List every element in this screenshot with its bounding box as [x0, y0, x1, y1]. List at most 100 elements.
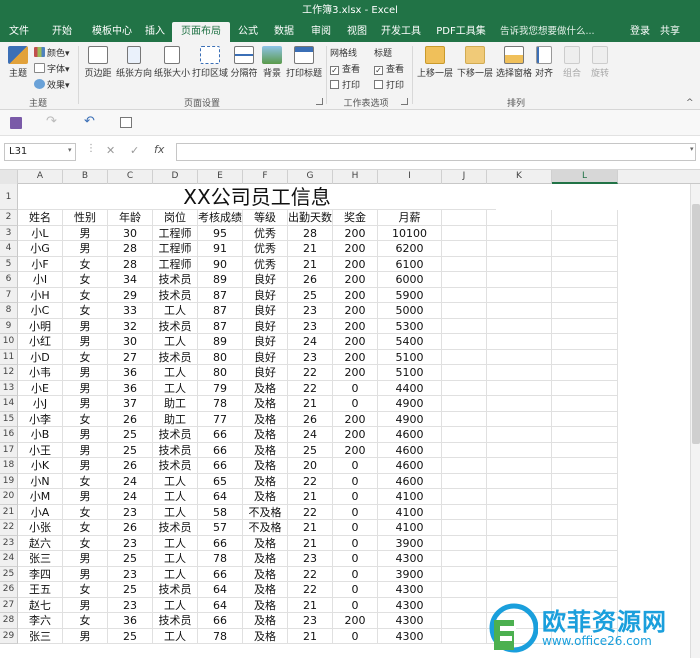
cell[interactable]: 95: [198, 225, 243, 241]
login-button[interactable]: 登录: [630, 22, 650, 42]
cell[interactable]: 良好: [243, 272, 288, 288]
tab-7[interactable]: 审阅: [304, 22, 338, 42]
cell[interactable]: 男: [63, 489, 108, 505]
cell[interactable]: 工程师: [153, 256, 198, 272]
selection-pane-button[interactable]: 选择窗格: [496, 46, 532, 79]
cell[interactable]: 200: [333, 287, 378, 303]
cancel-icon[interactable]: ✕: [106, 144, 115, 157]
cell[interactable]: [442, 318, 487, 334]
cell[interactable]: 及格: [243, 427, 288, 443]
tab-0[interactable]: 文件: [0, 22, 38, 42]
cell[interactable]: 女: [63, 349, 108, 365]
cell[interactable]: 技术员: [153, 272, 198, 288]
cell[interactable]: [442, 272, 487, 288]
cell[interactable]: 4300: [378, 551, 442, 567]
cell[interactable]: 23: [288, 303, 333, 319]
cell[interactable]: 3900: [378, 566, 442, 582]
cell[interactable]: 77: [198, 411, 243, 427]
cell[interactable]: 5400: [378, 334, 442, 350]
cell[interactable]: 22: [288, 365, 333, 381]
row-header-3[interactable]: 3: [0, 225, 18, 241]
scrollbar-thumb[interactable]: [692, 204, 700, 444]
cell[interactable]: [442, 287, 487, 303]
cell[interactable]: 87: [198, 303, 243, 319]
cell[interactable]: 22: [288, 504, 333, 520]
row-header-16[interactable]: 16: [0, 427, 18, 443]
cell[interactable]: [442, 628, 487, 644]
cell[interactable]: 78: [198, 396, 243, 412]
cell[interactable]: 21: [288, 597, 333, 613]
cell[interactable]: [552, 504, 618, 520]
cell[interactable]: 24: [108, 473, 153, 489]
cell[interactable]: 女: [63, 256, 108, 272]
send-backward-button[interactable]: 下移一层: [456, 46, 494, 79]
rotate-button[interactable]: 旋转: [590, 46, 610, 79]
cell[interactable]: [487, 365, 552, 381]
cell[interactable]: 小I: [18, 272, 63, 288]
row-header-5[interactable]: 5: [0, 256, 18, 272]
column-header-k[interactable]: K: [487, 170, 552, 184]
cell[interactable]: 男: [63, 334, 108, 350]
cell[interactable]: 200: [333, 365, 378, 381]
cell[interactable]: 79: [198, 380, 243, 396]
cell[interactable]: 0: [333, 473, 378, 489]
column-header-b[interactable]: B: [63, 170, 108, 184]
cell[interactable]: 87: [198, 318, 243, 334]
cell[interactable]: [442, 365, 487, 381]
cell[interactable]: [552, 427, 618, 443]
cell[interactable]: 25: [288, 442, 333, 458]
cell[interactable]: 赵六: [18, 535, 63, 551]
print-area-button[interactable]: 打印区域: [192, 46, 228, 79]
cell[interactable]: 25: [108, 551, 153, 567]
cell[interactable]: 28: [108, 256, 153, 272]
cell[interactable]: 10100: [378, 225, 442, 241]
cell[interactable]: 22: [288, 380, 333, 396]
cell[interactable]: 男: [63, 241, 108, 257]
cell[interactable]: 工人: [153, 597, 198, 613]
cell[interactable]: 男: [63, 380, 108, 396]
cell[interactable]: 男: [63, 396, 108, 412]
cell[interactable]: 女: [63, 582, 108, 598]
cell[interactable]: 工人: [153, 489, 198, 505]
cell[interactable]: 张三: [18, 551, 63, 567]
cell[interactable]: [442, 597, 487, 613]
cell[interactable]: 李六: [18, 613, 63, 629]
cell[interactable]: 24: [108, 489, 153, 505]
background-button[interactable]: 背景: [260, 46, 284, 79]
header-cell[interactable]: 奖金: [333, 210, 378, 226]
undo-icon[interactable]: ↶: [84, 114, 95, 129]
row-header-7[interactable]: 7: [0, 287, 18, 303]
cell[interactable]: 26: [108, 520, 153, 536]
cell[interactable]: [442, 349, 487, 365]
cell[interactable]: [487, 535, 552, 551]
cell[interactable]: [552, 365, 618, 381]
cell[interactable]: 及格: [243, 396, 288, 412]
cell[interactable]: 小K: [18, 458, 63, 474]
cell[interactable]: 0: [333, 458, 378, 474]
cell[interactable]: [552, 566, 618, 582]
cell[interactable]: 工人: [153, 628, 198, 644]
row-header-14[interactable]: 14: [0, 396, 18, 412]
cell[interactable]: 及格: [243, 551, 288, 567]
cell[interactable]: [487, 225, 552, 241]
cell[interactable]: [552, 396, 618, 412]
redo-icon[interactable]: ↷: [46, 114, 57, 129]
cell[interactable]: [487, 473, 552, 489]
header-cell[interactable]: 月薪: [378, 210, 442, 226]
cell[interactable]: 技术员: [153, 287, 198, 303]
cell[interactable]: [487, 551, 552, 567]
orientation-button[interactable]: 纸张方向: [116, 46, 152, 79]
row-header-17[interactable]: 17: [0, 442, 18, 458]
cell[interactable]: 不及格: [243, 504, 288, 520]
row-header-13[interactable]: 13: [0, 380, 18, 396]
cell[interactable]: 30: [108, 334, 153, 350]
cell[interactable]: [487, 396, 552, 412]
cell[interactable]: 小L: [18, 225, 63, 241]
cell[interactable]: 男: [63, 628, 108, 644]
cell[interactable]: 24: [288, 427, 333, 443]
cell[interactable]: 89: [198, 272, 243, 288]
cell[interactable]: [442, 582, 487, 598]
tab-10[interactable]: PDF工具集: [430, 22, 492, 42]
cell[interactable]: 工人: [153, 365, 198, 381]
tab-3[interactable]: 插入: [140, 22, 170, 42]
